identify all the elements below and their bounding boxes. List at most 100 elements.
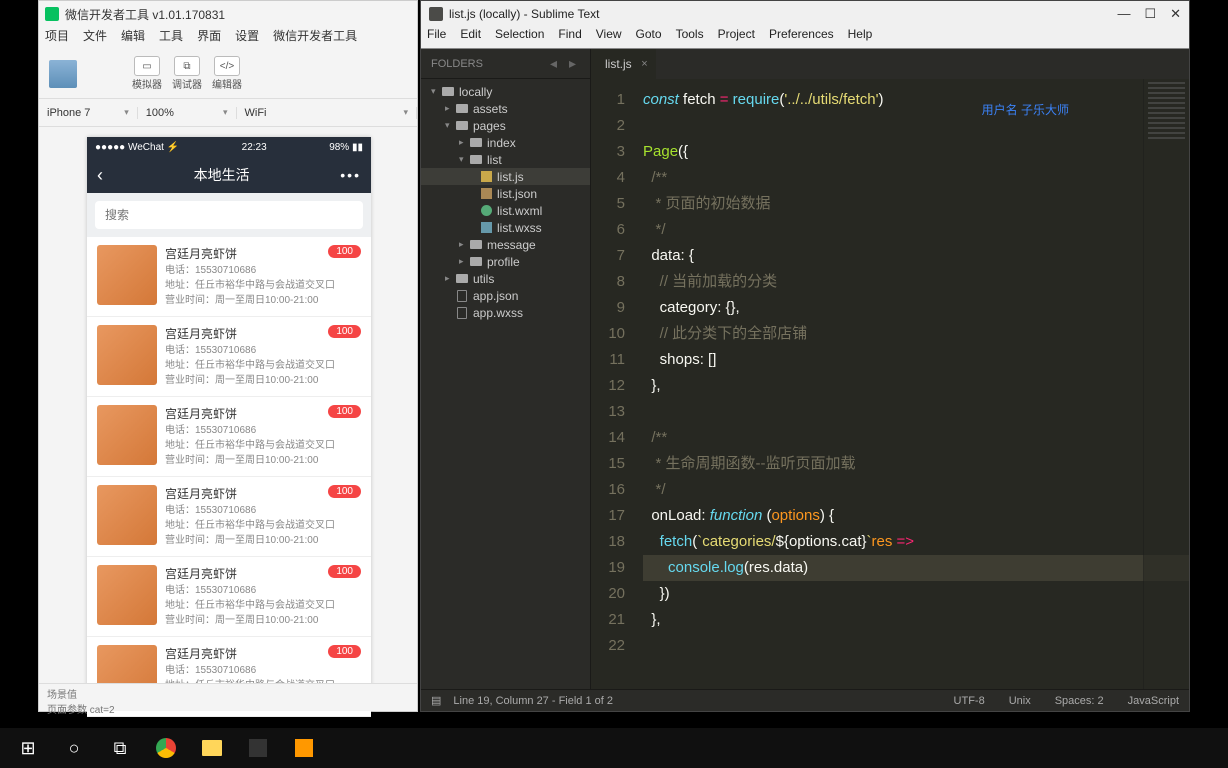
shop-hours: 营业时间：周一至周日10:00-21:00 (165, 453, 361, 468)
tree-appwxss[interactable]: app.wxss (421, 304, 590, 321)
more-icon[interactable]: ••• (340, 167, 361, 183)
tree-utils[interactable]: ▸utils (421, 270, 590, 287)
minimap[interactable] (1143, 79, 1189, 689)
search-input[interactable] (95, 201, 363, 229)
shop-list[interactable]: 宫廷月亮虾饼电话：15530710686地址：任丘市裕华中路与会战道交叉口营业时… (87, 237, 371, 717)
shop-addr: 地址：任丘市裕华中路与会战道交叉口 (165, 518, 361, 533)
shop-badge: 100 (328, 325, 361, 338)
maximize-button[interactable]: ☐ (1144, 6, 1156, 22)
menu-file[interactable]: File (427, 27, 446, 48)
tree-assets[interactable]: ▸assets (421, 100, 590, 117)
taskview-icon[interactable]: ⧉ (98, 728, 142, 768)
menu-find[interactable]: Find (558, 27, 581, 48)
nav-title: 本地生活 (194, 165, 250, 185)
status-cursor[interactable]: Line 19, Column 27 - Field 1 of 2 (453, 695, 613, 707)
tree-list[interactable]: ▾list (421, 151, 590, 168)
menu-project[interactable]: Project (718, 27, 755, 48)
simulator-button[interactable]: ▭模拟器 (127, 56, 167, 91)
wx-title-text: 微信开发者工具 v1.01.170831 (65, 6, 225, 23)
shop-item[interactable]: 宫廷月亮虾饼电话：15530710686地址：任丘市裕华中路与会战道交叉口营业时… (87, 237, 371, 317)
tree-appjson[interactable]: app.json (421, 287, 590, 304)
status-lang[interactable]: JavaScript (1128, 695, 1179, 707)
menu-view[interactable]: View (596, 27, 622, 48)
status-spaces[interactable]: Spaces: 2 (1055, 695, 1104, 707)
phone-statusbar: ●●●●● WeChat ⚡ 22:23 98% ▮▮ (87, 137, 371, 157)
menu-selection[interactable]: Selection (495, 27, 544, 48)
shop-phone: 电话：15530710686 (165, 503, 361, 518)
shop-addr: 地址：任丘市裕华中路与会战道交叉口 (165, 358, 361, 373)
taskbar: ⊞ ○ ⧉ (0, 728, 1228, 768)
wx-titlebar[interactable]: 微信开发者工具 v1.01.170831 (39, 1, 417, 27)
nav-arrows-icon[interactable]: ◂ ▸ (550, 55, 580, 72)
wx-menubar: 项目 文件 编辑 工具 界面 设置 微信开发者工具 (39, 27, 417, 49)
shop-phone: 电话：15530710686 (165, 343, 361, 358)
shop-image (97, 405, 157, 465)
tree-listwxss[interactable]: list.wxss (421, 219, 590, 236)
shop-badge: 100 (328, 245, 361, 258)
wx-app-icon (45, 7, 59, 21)
code-body[interactable]: const fetch = require('../../utils/fetch… (635, 79, 1189, 689)
device-select[interactable]: iPhone 7▾ (39, 107, 138, 119)
file-tree: ▾locally ▸assets ▾pages ▸index ▾list lis… (421, 79, 590, 325)
debugger-button[interactable]: ⧉调试器 (167, 56, 207, 91)
shop-badge: 100 (328, 485, 361, 498)
menu-tools[interactable]: Tools (676, 27, 704, 48)
shop-image (97, 245, 157, 305)
st-title-text: list.js (locally) - Sublime Text (449, 7, 599, 21)
wx-menu-tools[interactable]: 工具 (159, 27, 183, 49)
wx-menu-project[interactable]: 项目 (45, 27, 69, 49)
start-button[interactable]: ⊞ (6, 728, 50, 768)
tree-pages[interactable]: ▾pages (421, 117, 590, 134)
carrier-label: ●●●●● WeChat ⚡ (95, 142, 179, 153)
menu-edit[interactable]: Edit (460, 27, 481, 48)
close-tab-icon[interactable]: × (641, 58, 647, 70)
shop-item[interactable]: 宫廷月亮虾饼电话：15530710686地址：任丘市裕华中路与会战道交叉口营业时… (87, 317, 371, 397)
shop-image (97, 565, 157, 625)
back-icon[interactable]: ‹ (97, 165, 103, 186)
wechat-devtools-icon[interactable] (236, 728, 280, 768)
network-select[interactable]: WiFi▾ (237, 107, 418, 119)
menu-preferences[interactable]: Preferences (769, 27, 834, 48)
chevron-down-icon: ▾ (403, 107, 408, 118)
wx-toolbar: ▭模拟器 ⧉调试器 </>编辑器 (39, 49, 417, 99)
tree-index[interactable]: ▸index (421, 134, 590, 151)
battery-label: 98% ▮▮ (329, 142, 363, 153)
shop-item[interactable]: 宫廷月亮虾饼电话：15530710686地址：任丘市裕华中路与会战道交叉口营业时… (87, 557, 371, 637)
wx-menu-file[interactable]: 文件 (83, 27, 107, 49)
explorer-icon[interactable] (190, 728, 234, 768)
tree-listjson[interactable]: list.json (421, 185, 590, 202)
wx-menu-edit[interactable]: 编辑 (121, 27, 145, 49)
shop-item[interactable]: 宫廷月亮虾饼电话：15530710686地址：任丘市裕华中路与会战道交叉口营业时… (87, 397, 371, 477)
minimize-button[interactable]: — (1117, 6, 1130, 22)
zoom-select[interactable]: 100%▾ (138, 107, 237, 119)
status-encoding[interactable]: UTF-8 (954, 695, 985, 707)
watermark: 用户名 子乐大师 (982, 97, 1069, 123)
chrome-icon[interactable] (144, 728, 188, 768)
shop-item[interactable]: 宫廷月亮虾饼电话：15530710686地址：任丘市裕华中路与会战道交叉口营业时… (87, 477, 371, 557)
tab-listjs[interactable]: list.js× (591, 49, 656, 79)
editor: list.js× 1234567891011121314151617181920… (591, 49, 1189, 689)
console-icon[interactable]: ▤ (431, 694, 441, 707)
menu-goto[interactable]: Goto (636, 27, 662, 48)
status-bar: ▤ Line 19, Column 27 - Field 1 of 2 UTF-8… (421, 689, 1189, 711)
tree-profile[interactable]: ▸profile (421, 253, 590, 270)
code-area[interactable]: 12345678910111213141516171819202122 cons… (591, 79, 1189, 689)
menu-help[interactable]: Help (848, 27, 873, 48)
wx-menu-devtools[interactable]: 微信开发者工具 (273, 27, 357, 49)
shop-phone: 电话：15530710686 (165, 583, 361, 598)
tree-listwxml[interactable]: list.wxml (421, 202, 590, 219)
user-avatar[interactable] (49, 60, 77, 88)
tree-root[interactable]: ▾locally (421, 83, 590, 100)
tree-listjs[interactable]: list.js (421, 168, 590, 185)
sublime-icon[interactable] (282, 728, 326, 768)
wx-menu-settings[interactable]: 设置 (235, 27, 259, 49)
status-eol[interactable]: Unix (1009, 695, 1031, 707)
wx-menu-interface[interactable]: 界面 (197, 27, 221, 49)
shop-hours: 营业时间：周一至周日10:00-21:00 (165, 613, 361, 628)
st-titlebar[interactable]: list.js (locally) - Sublime Text — ☐ ✕ (421, 1, 1189, 27)
close-button[interactable]: ✕ (1170, 6, 1181, 22)
cortana-icon[interactable]: ○ (52, 728, 96, 768)
editor-button[interactable]: </>编辑器 (207, 56, 247, 91)
tree-message[interactable]: ▸message (421, 236, 590, 253)
wx-footer: 场景值 页面参数 cat=2 (39, 683, 417, 711)
